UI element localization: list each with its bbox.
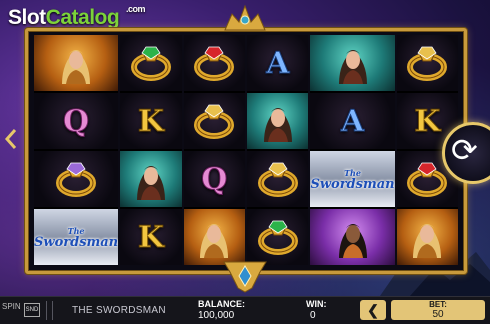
reel-5-row-2-letter-A: A [310, 93, 395, 149]
reel-2-row-4-letter-K: K [120, 209, 182, 265]
reel-2: KK [120, 35, 182, 265]
logo-label: SPIN [2, 302, 21, 311]
reel-5-row-4-portrait-dark-purple-icon [310, 209, 395, 265]
letter-Q-symbol: Q [62, 103, 90, 139]
swordsman-logo-text: The Swordsman [34, 225, 118, 249]
reel-1-row-3-ring-purple-icon [34, 151, 119, 207]
watermark-slot: Slot [8, 6, 46, 29]
letter-A-symbol: A [266, 45, 290, 81]
reel-3-row-4-portrait-blonde-icon [183, 209, 246, 265]
reel-grid: Q The Swordsman K K Q A A The Swordsman K [34, 35, 459, 265]
reel-5-row-3-swordsman-wild-symbol: The Swordsman [310, 151, 395, 207]
reel-5-row-1-portrait-brunette-teal-icon [310, 35, 395, 91]
reel-3: Q [183, 35, 246, 265]
logo-icon: SPIN [2, 302, 21, 311]
reel-5: A The Swordsman [310, 35, 395, 265]
footer-divider [46, 301, 47, 320]
game-title: THE SWORDSMAN [72, 305, 166, 316]
reel-6-row-1-ring-gold-icon [396, 35, 459, 91]
sound-label: SND [25, 307, 39, 313]
reel-1: Q The Swordsman [34, 35, 119, 265]
watermark-com: .com [126, 4, 146, 14]
footer-divider [52, 301, 53, 320]
watermark-catalog: Catalog [45, 6, 120, 29]
bet-label: BET: [429, 300, 447, 309]
reel-4-row-2-portrait-brunette-teal-icon [247, 93, 309, 149]
reel-1-row-2-letter-Q: Q [34, 93, 119, 149]
crown-top-ornament [224, 4, 266, 31]
footer-bar: SPIN SND THE SWORDSMAN BALANCE: 100,000 … [0, 296, 490, 324]
reel-4: A [247, 35, 309, 265]
swordsman-name-text: Swordsman [34, 235, 119, 250]
reel-6-row-4-portrait-blonde-icon [396, 209, 459, 265]
reel-2-row-2-letter-K: K [120, 93, 182, 149]
reel-3-row-2-ring-gold-icon [183, 93, 246, 149]
slotcatalog-watermark: SlotCatalog .com [8, 4, 146, 30]
reel-4-row-1-letter-A: A [247, 35, 309, 91]
letter-Q-symbol: Q [201, 161, 228, 197]
win-value: 0 [310, 310, 316, 321]
reel-4-row-3-ring-gold-icon [247, 151, 309, 207]
letter-K-symbol: K [137, 219, 164, 255]
reel-4-row-4-ring-green-icon [247, 209, 309, 265]
letter-A-symbol: A [340, 103, 365, 139]
spin-icon: ⟳ [451, 131, 478, 169]
reel-3-row-1-ring-red-icon [183, 35, 246, 91]
bet-value: 50 [432, 309, 444, 320]
reel-2-row-1-ring-green-icon [120, 35, 182, 91]
reel-1-row-4-swordsman-wild-symbol: The Swordsman [34, 209, 119, 265]
swordsman-name-text: Swordsman [310, 177, 395, 192]
bet-box[interactable]: BET: 50 [391, 300, 485, 320]
letter-K-symbol: K [137, 103, 164, 139]
reel-2-row-3-portrait-brunette-teal-icon [120, 151, 182, 207]
swordsman-logo-text: The Swordsman [310, 167, 394, 191]
crown-bottom-ornament [223, 261, 267, 293]
balance-label: BALANCE: [198, 299, 245, 309]
win-label: WIN: [306, 299, 327, 309]
left-arrow-icon[interactable] [4, 128, 18, 150]
balance-value: 100,000 [198, 310, 235, 321]
sound-icon[interactable]: SND [24, 303, 40, 317]
bet-decrease-button[interactable]: ❮ [360, 300, 386, 320]
reel-1-row-1-portrait-blonde-icon [34, 35, 119, 91]
letter-K-symbol: K [414, 103, 441, 139]
reel-3-row-3-letter-Q: Q [183, 151, 246, 207]
